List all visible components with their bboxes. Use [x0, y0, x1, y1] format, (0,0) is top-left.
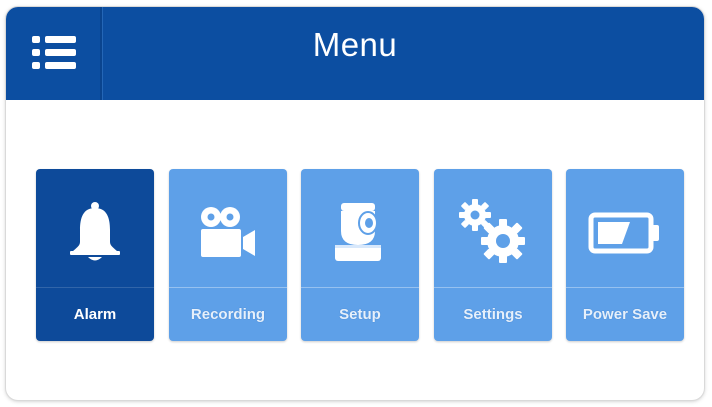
gears-icon: [434, 187, 552, 279]
tile-label-alarm: Alarm: [73, 306, 117, 323]
tile-label-power-save: Power Save: [582, 306, 668, 323]
tile-power-save[interactable]: Power Save: [566, 169, 684, 341]
tile-label-settings: Settings: [463, 306, 523, 323]
battery-icon: [566, 187, 684, 279]
page-title: Menu: [312, 26, 398, 63]
ptz-camera-icon: [301, 187, 419, 279]
video-camera-icon: [169, 187, 287, 279]
bell-icon: [36, 187, 154, 279]
app-window: Menu Alarm Recording Setup Settings Powe…: [6, 7, 704, 400]
tile-setup[interactable]: Setup: [301, 169, 419, 341]
menu-tiles: Alarm Recording Setup Settings Power Sav…: [36, 169, 686, 341]
tile-recording[interactable]: Recording: [169, 169, 287, 341]
header-bar: Menu: [6, 7, 704, 100]
tile-label-setup: Setup: [339, 306, 381, 323]
tile-label-recording: Recording: [190, 306, 266, 323]
tile-alarm[interactable]: Alarm: [36, 169, 154, 341]
hamburger-menu-icon: [32, 34, 76, 70]
tile-settings[interactable]: Settings: [434, 169, 552, 341]
menu-button[interactable]: [6, 7, 100, 100]
